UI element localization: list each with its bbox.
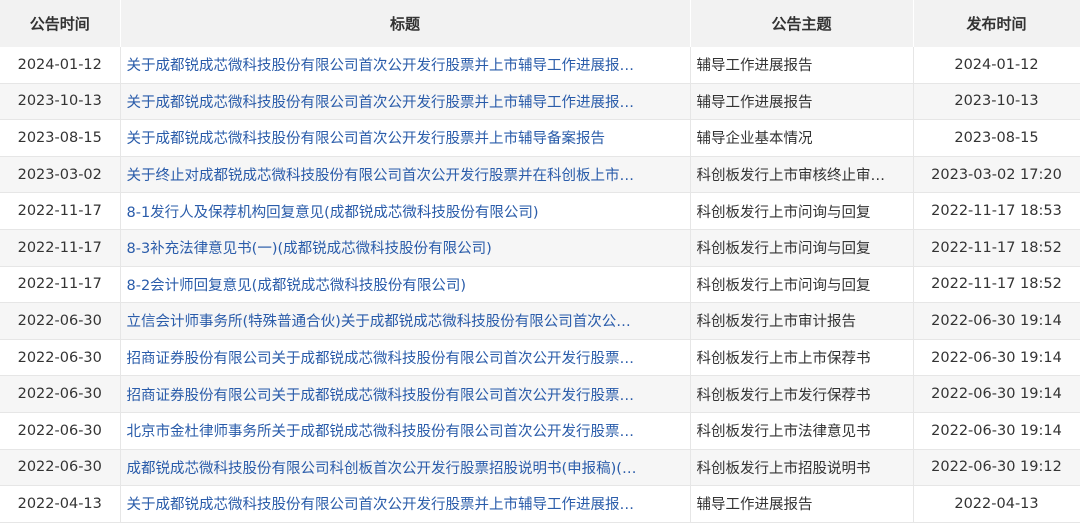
table-header-row: 公告时间 标题 公告主题 发布时间 [0,0,1080,47]
announcement-title-link[interactable]: 8-2会计师回复意见(成都锐成芯微科技股份有限公司) [127,278,467,294]
topic-cell: 辅导工作进展报告 [690,47,914,84]
title-cell: 8-1发行人及保荐机构回复意见(成都锐成芯微科技股份有限公司) [120,192,691,230]
announcement-title-link[interactable]: 关于成都锐成芯微科技股份有限公司首次公开发行股票并上市辅导工作进展报… [127,497,635,513]
announcement-title-link[interactable]: 招商证券股份有限公司关于成都锐成芯微科技股份有限公司首次公开发行股票… [127,351,635,367]
announce-date-cell: 2022-06-30 [0,375,121,413]
publish-time-cell: 2022-06-30 19:12 [913,449,1080,487]
publish-time-cell: 2022-11-17 18:52 [913,266,1080,304]
table-body: 2024-01-12 关于成都锐成芯微科技股份有限公司首次公开发行股票并上市辅导工… [0,47,1080,523]
title-cell: 招商证券股份有限公司关于成都锐成芯微科技股份有限公司首次公开发行股票… [120,339,691,377]
topic-cell: 辅导企业基本情况 [690,119,914,157]
title-cell: 8-3补充法律意见书(一)(成都锐成芯微科技股份有限公司) [120,229,691,267]
title-cell: 立信会计师事务所(特殊普通合伙)关于成都锐成芯微科技股份有限公司首次公… [120,302,691,340]
announce-date-cell: 2022-06-30 [0,339,121,377]
publish-time-cell: 2022-04-13 [913,485,1080,523]
title-cell: 关于成都锐成芯微科技股份有限公司首次公开发行股票并上市辅导工作进展报… [120,47,691,84]
publish-time-cell: 2022-11-17 18:52 [913,229,1080,267]
title-cell: 关于成都锐成芯微科技股份有限公司首次公开发行股票并上市辅导工作进展报… [120,485,691,523]
title-cell: 8-2会计师回复意见(成都锐成芯微科技股份有限公司) [120,266,691,304]
announce-date-cell: 2022-06-30 [0,302,121,340]
header-title: 标题 [120,0,691,47]
table-row: 2024-01-12 关于成都锐成芯微科技股份有限公司首次公开发行股票并上市辅导工… [0,47,1080,84]
announce-date-cell: 2022-11-17 [0,266,121,304]
title-cell: 招商证券股份有限公司关于成都锐成芯微科技股份有限公司首次公开发行股票… [120,375,691,413]
topic-cell: 科创板发行上市问询与回复 [690,229,914,267]
topic-cell: 科创板发行上市问询与回复 [690,192,914,230]
announce-date-cell: 2022-06-30 [0,412,121,450]
announce-date-cell: 2022-06-30 [0,449,121,487]
announcement-title-link[interactable]: 招商证券股份有限公司关于成都锐成芯微科技股份有限公司首次公开发行股票… [127,388,635,404]
title-cell: 成都锐成芯微科技股份有限公司科创板首次公开发行股票招股说明书(申报稿)(… [120,449,691,487]
publish-time-cell: 2022-06-30 19:14 [913,412,1080,450]
table-row: 2022-06-30 立信会计师事务所(特殊普通合伙)关于成都锐成芯微科技股份有限… [0,302,1080,340]
announcement-title-link[interactable]: 关于成都锐成芯微科技股份有限公司首次公开发行股票并上市辅导工作进展报… [127,95,635,111]
table-row: 2022-06-30 成都锐成芯微科技股份有限公司科创板首次公开发行股票招股说明书… [0,449,1080,487]
publish-time-cell: 2022-06-30 19:14 [913,375,1080,413]
topic-cell: 科创板发行上市法律意见书 [690,412,914,450]
header-announce-time: 公告时间 [0,0,121,47]
announce-date-cell: 2022-11-17 [0,229,121,267]
table-row: 2023-03-02 关于终止对成都锐成芯微科技股份有限公司首次公开发行股票并在科… [0,156,1080,194]
publish-time-cell: 2022-06-30 19:14 [913,302,1080,340]
title-cell: 关于成都锐成芯微科技股份有限公司首次公开发行股票并上市辅导备案报告 [120,119,691,157]
announcement-title-link[interactable]: 北京市金杜律师事务所关于成都锐成芯微科技股份有限公司首次公开发行股票… [127,424,635,440]
topic-cell: 科创板发行上市上市保荐书 [690,339,914,377]
title-cell: 北京市金杜律师事务所关于成都锐成芯微科技股份有限公司首次公开发行股票… [120,412,691,450]
publish-time-cell: 2023-08-15 [913,119,1080,157]
announcement-title-link[interactable]: 关于终止对成都锐成芯微科技股份有限公司首次公开发行股票并在科创板上市… [127,168,635,184]
table-row: 2022-11-17 8-1发行人及保荐机构回复意见(成都锐成芯微科技股份有限公司… [0,192,1080,230]
announce-date-cell: 2022-04-13 [0,485,121,523]
topic-cell: 科创板发行上市问询与回复 [690,266,914,304]
announce-date-cell: 2023-10-13 [0,83,121,121]
table-row: 2022-11-17 8-2会计师回复意见(成都锐成芯微科技股份有限公司) 科创板发… [0,266,1080,304]
table-row: 2022-04-13 关于成都锐成芯微科技股份有限公司首次公开发行股票并上市辅导工… [0,485,1080,523]
announcement-table: 公告时间 标题 公告主题 发布时间 2024-01-12 关于成都锐成芯微科技股份… [0,0,1080,523]
topic-cell: 科创板发行上市招股说明书 [690,449,914,487]
publish-time-cell: 2024-01-12 [913,47,1080,84]
announcement-title-link[interactable]: 关于成都锐成芯微科技股份有限公司首次公开发行股票并上市辅导备案报告 [127,131,606,147]
publish-time-cell: 2023-10-13 [913,83,1080,121]
announce-date-cell: 2023-08-15 [0,119,121,157]
header-publish-time: 发布时间 [913,0,1080,47]
publish-time-cell: 2022-06-30 19:14 [913,339,1080,377]
topic-cell: 科创板发行上市发行保荐书 [690,375,914,413]
announcement-title-link[interactable]: 8-1发行人及保荐机构回复意见(成都锐成芯微科技股份有限公司) [127,205,539,221]
table-row: 2022-06-30 招商证券股份有限公司关于成都锐成芯微科技股份有限公司首次公开… [0,375,1080,413]
announce-date-cell: 2023-03-02 [0,156,121,194]
publish-time-cell: 2023-03-02 17:20 [913,156,1080,194]
topic-cell: 科创板发行上市审计报告 [690,302,914,340]
announcement-title-link[interactable]: 成都锐成芯微科技股份有限公司科创板首次公开发行股票招股说明书(申报稿)(… [127,461,637,477]
topic-cell: 科创板发行上市审核终止审… [690,156,914,194]
table-row: 2022-11-17 8-3补充法律意见书(一)(成都锐成芯微科技股份有限公司) 科… [0,229,1080,267]
publish-time-cell: 2022-11-17 18:53 [913,192,1080,230]
announce-date-cell: 2024-01-12 [0,47,121,84]
table-row: 2022-06-30 招商证券股份有限公司关于成都锐成芯微科技股份有限公司首次公开… [0,339,1080,377]
announcement-title-link[interactable]: 8-3补充法律意见书(一)(成都锐成芯微科技股份有限公司) [127,241,492,257]
topic-cell: 辅导工作进展报告 [690,83,914,121]
title-cell: 关于终止对成都锐成芯微科技股份有限公司首次公开发行股票并在科创板上市… [120,156,691,194]
title-cell: 关于成都锐成芯微科技股份有限公司首次公开发行股票并上市辅导工作进展报… [120,83,691,121]
header-topic: 公告主题 [690,0,914,47]
topic-cell: 辅导工作进展报告 [690,485,914,523]
announce-date-cell: 2022-11-17 [0,192,121,230]
table-row: 2023-08-15 关于成都锐成芯微科技股份有限公司首次公开发行股票并上市辅导备… [0,119,1080,157]
announcement-title-link[interactable]: 立信会计师事务所(特殊普通合伙)关于成都锐成芯微科技股份有限公司首次公… [127,314,631,330]
announcement-title-link[interactable]: 关于成都锐成芯微科技股份有限公司首次公开发行股票并上市辅导工作进展报… [127,58,635,74]
table-row: 2022-06-30 北京市金杜律师事务所关于成都锐成芯微科技股份有限公司首次公开… [0,412,1080,450]
table-row: 2023-10-13 关于成都锐成芯微科技股份有限公司首次公开发行股票并上市辅导工… [0,83,1080,121]
